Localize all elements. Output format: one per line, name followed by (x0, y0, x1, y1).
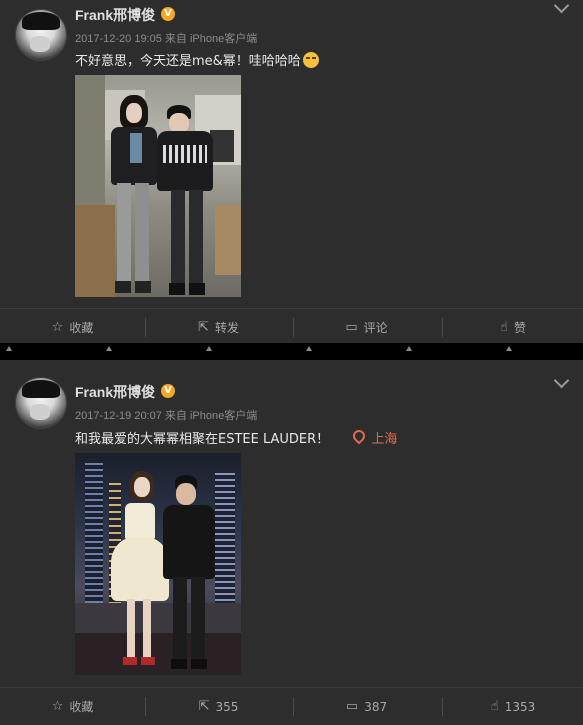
location-link[interactable]: 上海 (350, 427, 397, 447)
star-icon: ☆ (51, 320, 64, 335)
smirk-emoji-icon (302, 52, 319, 68)
like-button[interactable]: ☝ 赞 (443, 309, 583, 346)
post-timestamp[interactable]: 2017-12-19 20:07 (75, 410, 162, 422)
share-icon: ⇱ (198, 699, 210, 714)
post-text: 不好意思，今天还是me&幂！哇哈哈哈 (75, 50, 319, 69)
weibo-post: Frank邢博俊 V 2017-12-20 19:05 来自 iPhone客户端… (0, 0, 583, 343)
post-source: 来自 iPhone客户端 (164, 410, 258, 422)
thumbs-up-icon: ☝ (490, 699, 499, 714)
star-icon: ☆ (51, 699, 64, 714)
repost-button[interactable]: ⇱ 355 (146, 688, 291, 725)
comment-icon: ▭ (345, 320, 358, 335)
post-source: 来自 iPhone客户端 (164, 33, 258, 45)
share-icon: ⇱ (198, 320, 209, 335)
favorite-button[interactable]: ☆ 收藏 (0, 688, 145, 725)
comment-icon: ▭ (345, 699, 359, 714)
post-text-content: 和我最爱的大幂幂相聚在ESTEE LAUDER！ (75, 432, 330, 447)
post-meta: 2017-12-19 20:07 来自 iPhone客户端 (75, 407, 257, 423)
username[interactable]: Frank邢博俊 (75, 382, 155, 402)
post-timestamp[interactable]: 2017-12-20 19:05 (75, 33, 162, 45)
post-photo[interactable] (75, 75, 241, 297)
post-photo[interactable] (75, 453, 241, 675)
verified-badge-icon: V (161, 384, 175, 398)
post-separator (0, 343, 583, 360)
avatar[interactable] (15, 9, 67, 61)
comment-button[interactable]: ▭ 评论 (294, 309, 439, 346)
post-text-content: 不好意思，今天还是me&幂！哇哈哈哈 (75, 54, 301, 69)
post-text: 和我最爱的大幂幂相聚在ESTEE LAUDER！ 上海 (75, 427, 397, 447)
comment-button[interactable]: ▭ 387 (294, 688, 439, 725)
chevron-down-icon[interactable] (553, 0, 570, 14)
username[interactable]: Frank邢博俊 (75, 5, 155, 25)
thumbs-up-icon: ☝ (500, 320, 508, 335)
action-bar: ☆ 收藏 ⇱ 355 ▭ 387 ☝ 1353 (0, 687, 583, 725)
like-button[interactable]: ☝ 1353 (443, 688, 583, 725)
verified-badge-icon: V (161, 7, 175, 21)
favorite-button[interactable]: ☆ 收藏 (0, 309, 145, 346)
location-pin-icon (350, 427, 368, 445)
repost-button[interactable]: ⇱ 转发 (146, 309, 291, 346)
action-bar: ☆ 收藏 ⇱ 转发 ▭ 评论 ☝ 赞 (0, 308, 583, 346)
chevron-down-icon[interactable] (553, 372, 570, 389)
avatar[interactable] (15, 377, 67, 429)
post-meta: 2017-12-20 19:05 来自 iPhone客户端 (75, 30, 257, 46)
